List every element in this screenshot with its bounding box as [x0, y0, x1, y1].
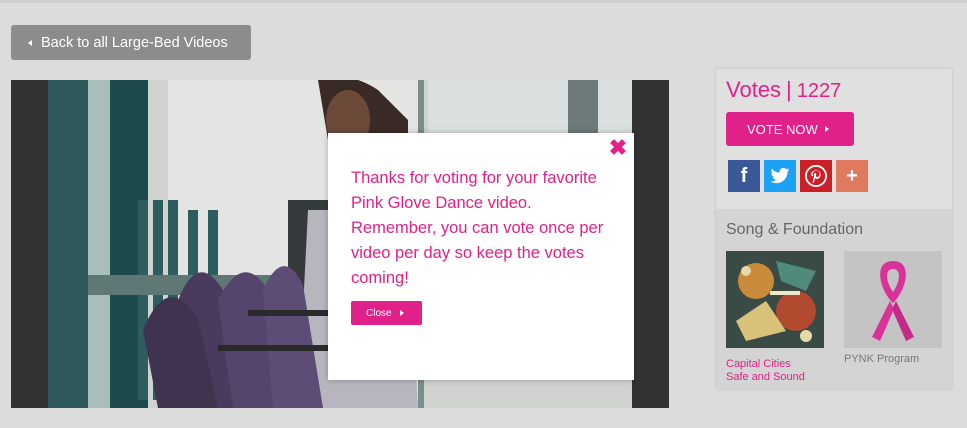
chevron-left-icon [28, 39, 32, 46]
album-art-image [726, 251, 824, 348]
close-button-label: Close [366, 307, 392, 319]
foundation-card-pynk[interactable]: PYNK Program [844, 251, 942, 366]
votes-count: 1227 [796, 80, 842, 102]
pinterest-icon[interactable] [800, 160, 832, 192]
popup-message: Thanks for voting for your favorite Pink… [351, 169, 604, 287]
song-card-capital-cities[interactable]: Capital Cities Safe and Sound [726, 251, 824, 384]
song-artist: Capital Cities [726, 358, 791, 370]
votes-heading: Votes | 1227 [726, 77, 841, 103]
song-foundation-title: Song & Foundation [726, 221, 863, 238]
close-x-icon[interactable]: ✖ [608, 137, 628, 159]
song-foundation-section: Song & Foundation Capital Cities Safe an… [716, 209, 952, 389]
vote-confirmation-popup: ✖ Thanks for voting for your favorite Pi… [328, 133, 634, 380]
video-player[interactable]: ✖ Thanks for voting for your favorite Pi… [11, 80, 669, 408]
vote-now-button[interactable]: VOTE NOW [726, 112, 854, 146]
play-arrow-icon [399, 310, 404, 316]
votes-separator: | [786, 77, 792, 102]
play-arrow-icon [824, 126, 829, 132]
top-divider [0, 0, 967, 3]
foundation-caption: PYNK Program [844, 353, 920, 365]
close-button[interactable]: Close [351, 301, 422, 325]
social-share-bar: f + [728, 160, 868, 192]
pink-ribbon-icon [872, 260, 914, 341]
vote-sidebar: Votes | 1227 VOTE NOW f + Song & Foundat… [716, 69, 952, 389]
votes-label: Votes [726, 77, 782, 102]
back-button-label: Back to all Large-Bed Videos [41, 34, 228, 51]
facebook-icon[interactable]: f [728, 160, 760, 192]
song-title: Safe and Sound [726, 371, 805, 383]
votes-section: Votes | 1227 VOTE NOW f + [716, 69, 952, 209]
share-plus-icon[interactable]: + [836, 160, 868, 192]
vote-now-label: VOTE NOW [747, 121, 818, 137]
back-to-videos-button[interactable]: Back to all Large-Bed Videos [11, 25, 251, 60]
twitter-icon[interactable] [764, 160, 796, 192]
pink-ribbon-image [844, 251, 942, 348]
song-caption: Capital Cities Safe and Sound [726, 358, 824, 384]
